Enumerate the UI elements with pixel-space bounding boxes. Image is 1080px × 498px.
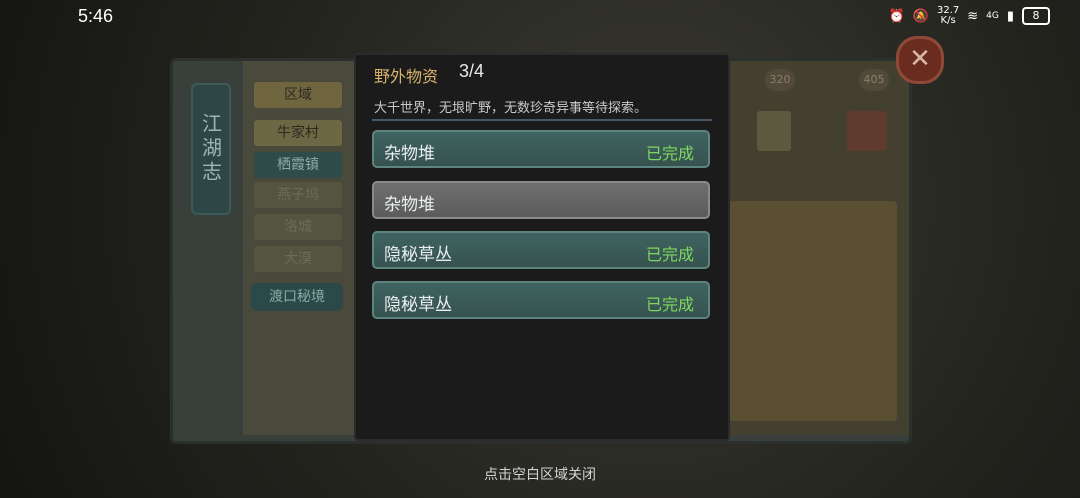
signal-label: 4G: [986, 11, 999, 21]
reward-chest-icon[interactable]: [847, 111, 887, 151]
region-item-qixiazhen[interactable]: 栖霞镇: [253, 151, 343, 179]
region-map[interactable]: [729, 201, 897, 421]
close-hint: 点击空白区域关闭: [484, 467, 596, 483]
mute-icon: 🔕: [912, 8, 929, 24]
field-supplies-popup: 野外物资 3/4 大千世界，无垠旷野，无数珍奇异事等待探索。 杂物堆 已完成 杂…: [354, 53, 730, 441]
status-icons: ⏰ 🔕 32.7 K/s ≋ 4G ▮ 8: [889, 6, 1050, 26]
supply-item-label: 隐秘草丛: [384, 245, 452, 265]
alarm-icon: ⏰: [888, 8, 905, 24]
region-header: 区域: [253, 81, 343, 109]
score-badge-2: 405: [859, 69, 889, 91]
close-icon[interactable]: ✕: [896, 36, 944, 84]
popup-title: 野外物资: [374, 67, 439, 86]
supply-item-status: 已完成: [645, 144, 694, 163]
region-item-yanziwu[interactable]: 燕子坞: [253, 181, 343, 209]
status-time: 5:46: [78, 6, 114, 26]
supply-item-row[interactable]: 隐秘草丛 已完成: [372, 281, 710, 319]
supply-item-label: 隐秘草丛: [384, 295, 452, 315]
battery-icon: 8: [1022, 7, 1050, 25]
net-speed: 32.7 K/s: [937, 6, 959, 26]
supply-item-row[interactable]: 隐秘草丛 已完成: [372, 231, 710, 269]
region-item-luocheng[interactable]: 洛城: [253, 213, 343, 241]
supply-item-label: 杂物堆: [384, 144, 435, 164]
region-item-niujiacun[interactable]: 牛家村: [253, 119, 343, 147]
supply-item-status: 已完成: [645, 295, 694, 314]
wifi-icon: ≋: [967, 8, 979, 24]
popup-description: 大千世界，无垠旷野，无数珍奇异事等待探索。: [374, 101, 648, 116]
net-speed-unit: K/s: [940, 15, 956, 26]
region-item-damo[interactable]: 大漠: [253, 245, 343, 273]
check-reward-icon[interactable]: [757, 111, 791, 151]
signal-icon: ▮: [1006, 8, 1014, 24]
book-spine-title: 江湖志: [191, 83, 231, 215]
status-bar: 5:46 ⏰ 🔕 32.7 K/s ≋ 4G ▮ 8: [0, 0, 1080, 34]
popup-count: 3/4: [459, 61, 485, 81]
supply-item-row[interactable]: 杂物堆: [372, 181, 710, 219]
score-badge-1: 320: [765, 69, 795, 91]
supply-item-row[interactable]: 杂物堆 已完成: [372, 130, 710, 168]
region-list: 区域 牛家村 栖霞镇 燕子坞 洛城 大漠 渡口秘境: [243, 61, 364, 435]
supply-item-label: 杂物堆: [384, 195, 435, 215]
ferry-secret-realm-button[interactable]: 渡口秘境: [251, 283, 343, 311]
supply-item-status: 已完成: [645, 245, 694, 264]
popup-divider: [372, 119, 712, 121]
